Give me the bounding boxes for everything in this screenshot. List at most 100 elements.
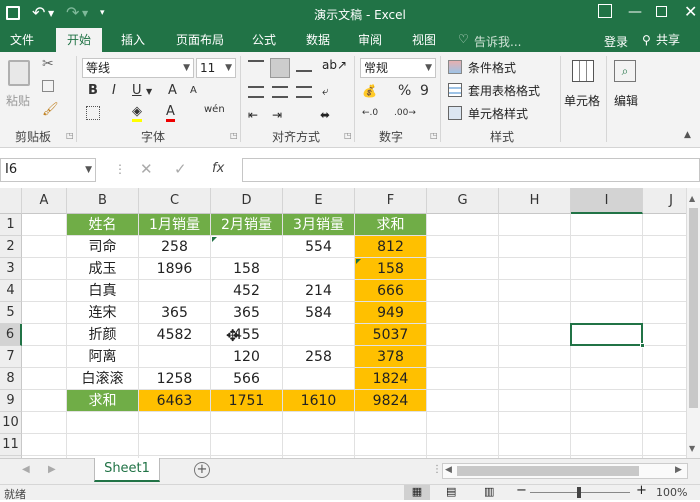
phonetic-button[interactable]: wén bbox=[204, 104, 225, 115]
select-all-corner[interactable] bbox=[0, 188, 22, 214]
cell[interactable] bbox=[427, 390, 499, 412]
cell[interactable] bbox=[571, 302, 643, 324]
column-header-b[interactable]: B bbox=[67, 188, 139, 214]
scroll-left-arrow-icon[interactable]: ◀ bbox=[445, 465, 452, 475]
cell[interactable] bbox=[211, 412, 283, 434]
increase-decimal-icon[interactable]: ←.0 bbox=[362, 108, 378, 118]
cell[interactable] bbox=[22, 214, 67, 236]
wrap-text-icon[interactable]: ⤶ bbox=[322, 84, 329, 99]
value-cell[interactable]: 158 bbox=[355, 258, 427, 280]
tab-insert[interactable]: 插入 bbox=[110, 28, 156, 52]
zoom-slider-thumb[interactable] bbox=[577, 487, 581, 498]
value-cell[interactable]: 6463 bbox=[139, 390, 211, 412]
font-launcher-icon[interactable]: ◳ bbox=[230, 131, 238, 140]
underline-button[interactable]: U bbox=[132, 83, 142, 98]
redo-dropdown-icon[interactable]: ▼ bbox=[82, 9, 88, 18]
value-cell[interactable]: 1751 bbox=[211, 390, 283, 412]
collapse-ribbon-icon[interactable]: ▲ bbox=[684, 130, 691, 140]
header-cell[interactable]: 1月销量 bbox=[139, 214, 211, 236]
italic-button[interactable]: I bbox=[112, 83, 116, 98]
row-header-10[interactable]: 10 bbox=[0, 412, 22, 434]
increase-indent-icon[interactable]: ⇥ bbox=[272, 108, 282, 122]
tell-me-input[interactable]: 告诉我... bbox=[474, 33, 521, 50]
value-cell[interactable]: 1258 bbox=[139, 368, 211, 390]
redo-icon[interactable]: ↷ bbox=[66, 3, 79, 22]
value-cell[interactable]: 378 bbox=[355, 346, 427, 368]
cell[interactable] bbox=[499, 324, 571, 346]
column-header-a[interactable]: A bbox=[22, 188, 67, 214]
cell[interactable] bbox=[22, 302, 67, 324]
split-handle-icon[interactable]: ⋮ bbox=[432, 464, 442, 475]
cancel-icon[interactable]: ✕ bbox=[140, 160, 153, 178]
value-cell[interactable]: 9824 bbox=[355, 390, 427, 412]
cell[interactable] bbox=[67, 434, 139, 456]
column-header-c[interactable]: C bbox=[139, 188, 211, 214]
tab-file[interactable]: 文件 bbox=[0, 28, 44, 52]
formula-input[interactable] bbox=[242, 158, 700, 182]
value-cell[interactable]: 214 bbox=[283, 280, 355, 302]
align-top-icon[interactable] bbox=[248, 60, 264, 72]
zoom-out-icon[interactable]: − bbox=[516, 483, 527, 498]
value-cell[interactable]: 365 bbox=[211, 302, 283, 324]
cell[interactable] bbox=[499, 302, 571, 324]
column-header-e[interactable]: E bbox=[283, 188, 355, 214]
tab-home[interactable]: 开始 bbox=[56, 28, 102, 52]
cell[interactable] bbox=[283, 434, 355, 456]
tab-page-layout[interactable]: 页面布局 bbox=[165, 28, 235, 52]
customize-qat-icon[interactable]: ▾ bbox=[100, 8, 105, 18]
name-cell[interactable]: 司命 bbox=[67, 236, 139, 258]
cell[interactable] bbox=[22, 280, 67, 302]
value-cell[interactable]: 812 bbox=[355, 236, 427, 258]
undo-dropdown-icon[interactable]: ▼ bbox=[48, 9, 54, 18]
cells-button[interactable]: 单元格 bbox=[564, 56, 604, 126]
cell[interactable] bbox=[427, 302, 499, 324]
vertical-scrollbar[interactable]: ▲ ▼ bbox=[686, 188, 700, 458]
underline-dropdown-icon[interactable]: ▼ bbox=[146, 87, 152, 96]
cell[interactable] bbox=[22, 434, 67, 456]
share-button[interactable]: ⚲ 共享 bbox=[640, 30, 698, 50]
cell[interactable] bbox=[571, 412, 643, 434]
bold-button[interactable]: B bbox=[88, 83, 98, 98]
value-cell[interactable]: 120 bbox=[211, 346, 283, 368]
cell[interactable] bbox=[427, 346, 499, 368]
undo-icon[interactable]: ↶ bbox=[32, 3, 45, 22]
zoom-slider[interactable] bbox=[530, 487, 630, 498]
number-launcher-icon[interactable]: ◳ bbox=[430, 131, 438, 140]
font-color-button[interactable]: A bbox=[166, 104, 175, 122]
page-break-view-icon[interactable]: ▥ bbox=[484, 485, 494, 498]
name-cell[interactable]: 成玉 bbox=[67, 258, 139, 280]
cell[interactable] bbox=[355, 412, 427, 434]
align-right-icon[interactable] bbox=[296, 86, 312, 98]
alignment-launcher-icon[interactable]: ◳ bbox=[344, 131, 352, 140]
maximize-icon[interactable] bbox=[656, 6, 667, 17]
enter-icon[interactable]: ✓ bbox=[174, 160, 187, 178]
cell[interactable] bbox=[283, 412, 355, 434]
cell[interactable] bbox=[427, 258, 499, 280]
value-cell[interactable]: 1824 bbox=[355, 368, 427, 390]
scroll-right-arrow-icon[interactable]: ▶ bbox=[675, 465, 682, 475]
name-box[interactable]: I6 ▼ bbox=[0, 158, 96, 182]
percent-button[interactable]: % bbox=[398, 83, 411, 99]
fill-color-icon[interactable]: ◈ bbox=[132, 104, 142, 122]
cell[interactable] bbox=[22, 324, 67, 346]
value-cell[interactable]: 554 bbox=[283, 236, 355, 258]
cell[interactable] bbox=[427, 368, 499, 390]
cell[interactable] bbox=[139, 412, 211, 434]
cell[interactable] bbox=[22, 346, 67, 368]
scroll-thumb[interactable] bbox=[689, 208, 698, 408]
value-cell[interactable] bbox=[283, 324, 355, 346]
name-cell[interactable]: 求和 bbox=[67, 390, 139, 412]
row-header-3[interactable]: 3 bbox=[0, 258, 22, 280]
merge-center-icon[interactable]: ⬌ bbox=[320, 108, 330, 122]
align-bottom-icon[interactable] bbox=[296, 60, 312, 72]
cell[interactable] bbox=[427, 412, 499, 434]
cell[interactable] bbox=[211, 434, 283, 456]
value-cell[interactable]: 365 bbox=[139, 302, 211, 324]
cell[interactable] bbox=[22, 412, 67, 434]
value-cell[interactable]: 158 bbox=[211, 258, 283, 280]
column-header-d[interactable]: D bbox=[211, 188, 283, 214]
name-cell[interactable]: 连宋 bbox=[67, 302, 139, 324]
value-cell[interactable] bbox=[283, 368, 355, 390]
borders-icon[interactable] bbox=[86, 106, 100, 120]
cell[interactable] bbox=[571, 280, 643, 302]
